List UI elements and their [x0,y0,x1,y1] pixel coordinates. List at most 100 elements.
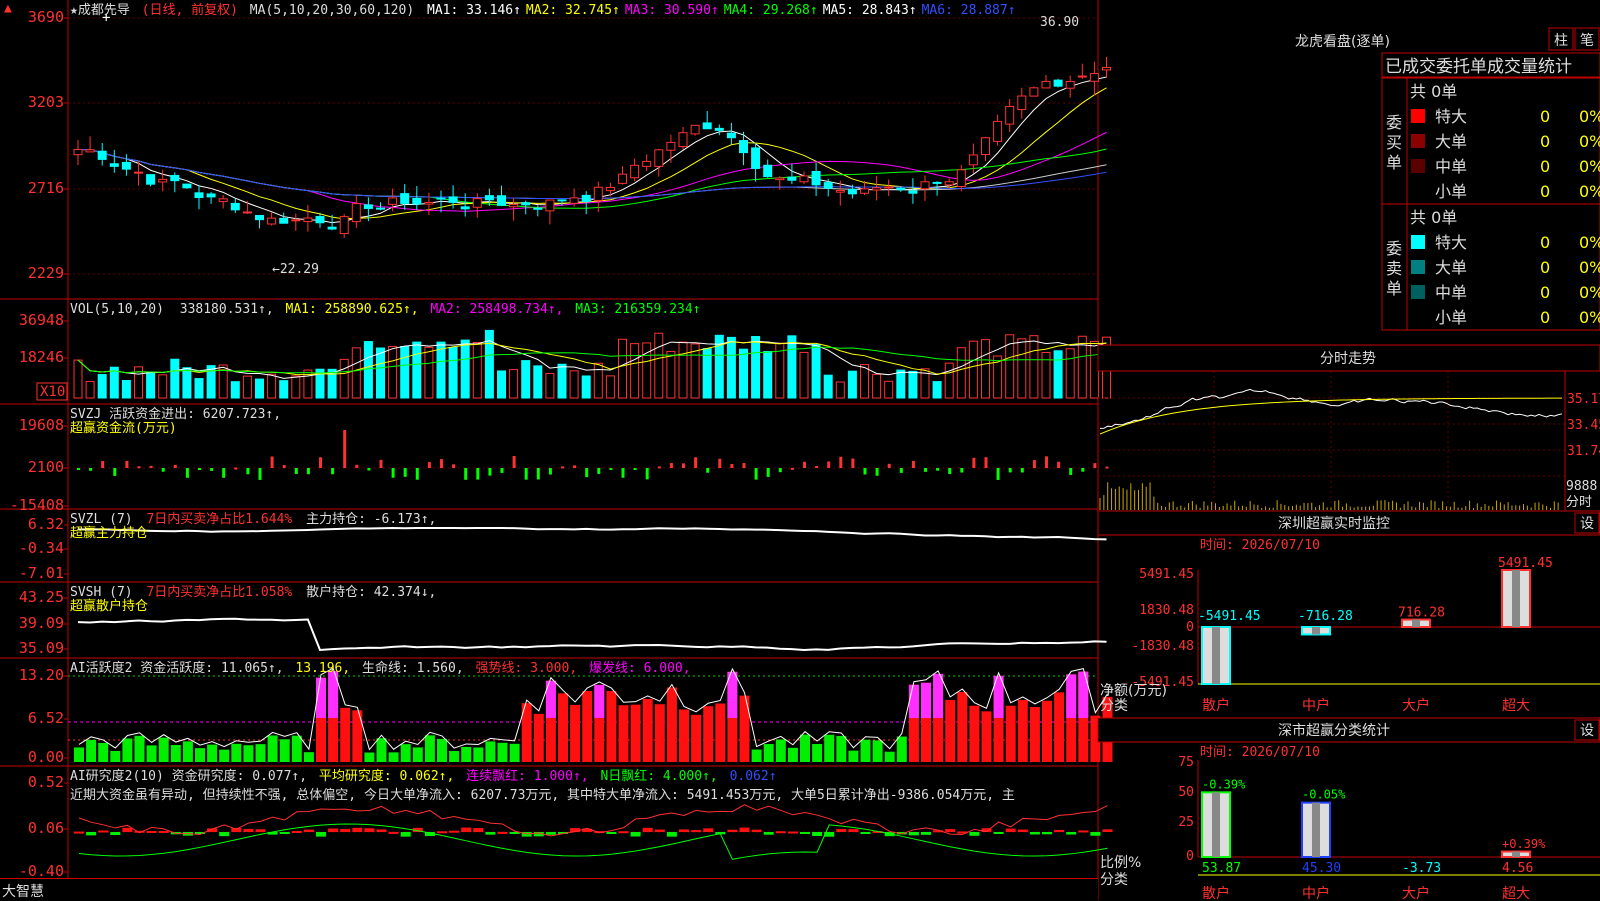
volume-bar[interactable] [932,381,942,399]
volume-bar[interactable] [170,358,180,399]
candle-body[interactable] [968,154,978,166]
volume-bar[interactable] [823,374,833,399]
candle-body[interactable] [533,207,543,210]
chart-mode[interactable]: (日线, 前复权) [142,2,238,18]
candle-body[interactable] [85,149,95,153]
candle-body[interactable] [121,161,131,170]
candle-body[interactable] [1053,79,1063,87]
volume-bar[interactable] [460,339,470,399]
candle-body[interactable] [775,177,785,181]
svsh-panel[interactable]: 43.25 39.09 35.09 SVSH (7) 7日内买卖净占比1.058% … [19,584,1107,657]
volume-bar[interactable] [279,380,289,399]
scale-arrow-icon[interactable]: ▲ [4,1,12,16]
volume-bar[interactable] [678,341,688,399]
candle-body[interactable] [279,217,289,224]
volume-bar[interactable] [702,348,712,399]
volume-bar[interactable] [1017,338,1027,399]
volume-bar[interactable] [291,375,301,399]
candle-body[interactable] [424,201,434,205]
candle-body[interactable] [569,197,579,204]
right-panel[interactable]: 龙虎看盘(逐单) 柱 笔 已成交委托单成交量统计 委买单 委卖单 共 0单 共 … [1097,27,1600,900]
candle-body[interactable] [351,203,361,223]
candle-body[interactable] [1077,75,1087,78]
candle-body[interactable] [291,219,301,222]
candle-body[interactable] [811,171,821,186]
volume-bar[interactable] [158,374,168,399]
volume-bar[interactable] [751,336,761,399]
svzj-panel[interactable]: 196082100-15408 SVZJ 活跃资金进出: 6207.723↑, … [10,406,1109,514]
price-panel[interactable]: 3690320327162229 36.90 ←22.29 ▲ + ★成都先导 … [4,1,1111,282]
candle-body[interactable] [242,211,252,214]
volume-bar[interactable] [799,351,809,399]
candle-body[interactable] [109,163,119,167]
candle-body[interactable] [1102,66,1111,71]
volume-bar[interactable] [884,380,894,399]
candle-body[interactable] [1029,87,1039,97]
volume-bar[interactable] [1065,348,1075,399]
candle-body[interactable] [158,178,168,183]
volume-bar[interactable] [436,341,446,399]
volume-bar[interactable] [847,370,857,399]
candle-body[interactable] [436,197,446,200]
candle-body[interactable] [787,176,797,181]
candle-body[interactable] [557,199,567,202]
candle-body[interactable] [146,174,156,185]
candle-body[interactable] [981,137,990,156]
volume-bar[interactable] [497,370,506,399]
candle-body[interactable] [847,188,857,195]
volume-bar[interactable] [521,360,531,399]
candle-body[interactable] [509,203,519,208]
candle-body[interactable] [835,189,845,193]
candle-body[interactable] [920,181,930,190]
volume-bar[interactable] [896,369,906,399]
candle-body[interactable] [654,149,664,167]
volume-bar[interactable] [545,372,555,399]
volume-bar[interactable] [230,381,240,399]
volume-bar[interactable] [787,335,797,399]
volume-bar[interactable] [1029,335,1039,399]
candle-body[interactable] [956,169,966,187]
candle-body[interactable] [230,202,240,211]
volume-bar[interactable] [73,359,83,399]
stock-name[interactable]: ★成都先导 [70,3,130,18]
volume-bar[interactable] [400,345,410,399]
volume-bar[interactable] [388,346,398,399]
volume-bar[interactable] [194,378,204,399]
ai-active-panel[interactable]: 13.20 6.52 0.00 AI活跃度2 资金活跃度: 11.065↑, 13.… [19,660,1113,766]
volume-bar[interactable] [569,370,579,399]
candle-body[interactable] [872,187,882,191]
volume-bar[interactable] [1053,350,1063,399]
volume-bar[interactable] [255,378,264,399]
candle-body[interactable] [170,174,180,182]
candle-body[interactable] [944,181,954,186]
candle-body[interactable] [860,188,869,194]
candle-body[interactable] [448,196,458,203]
volume-bar[interactable] [85,381,95,399]
volume-bar[interactable] [811,343,821,399]
candle-body[interactable] [545,199,555,212]
candle-body[interactable] [1017,95,1027,110]
candle-body[interactable] [218,198,228,203]
volume-bar[interactable] [630,343,640,399]
volume-bar[interactable] [968,340,978,399]
candle-body[interactable] [1065,80,1075,89]
volume-bar[interactable] [509,369,519,399]
candle-body[interactable] [618,173,627,184]
volume-bar[interactable] [412,341,422,399]
volume-bar[interactable] [363,341,373,399]
volume-bar[interactable] [267,373,277,399]
candle-body[interactable] [521,202,531,206]
volume-bar[interactable] [242,375,252,399]
volume-bar[interactable] [97,374,107,399]
candle-body[interactable] [884,186,894,189]
candle-body[interactable] [605,186,615,192]
candle-body[interactable] [726,132,736,139]
candle-body[interactable] [472,198,482,208]
volume-bar[interactable] [121,379,131,399]
volume-bar[interactable] [533,365,543,399]
candle-body[interactable] [896,187,906,191]
candle-body[interactable] [327,226,337,230]
candle-body[interactable] [1041,80,1051,89]
candle-body[interactable] [1005,105,1015,125]
volume-bar[interactable] [557,363,567,399]
